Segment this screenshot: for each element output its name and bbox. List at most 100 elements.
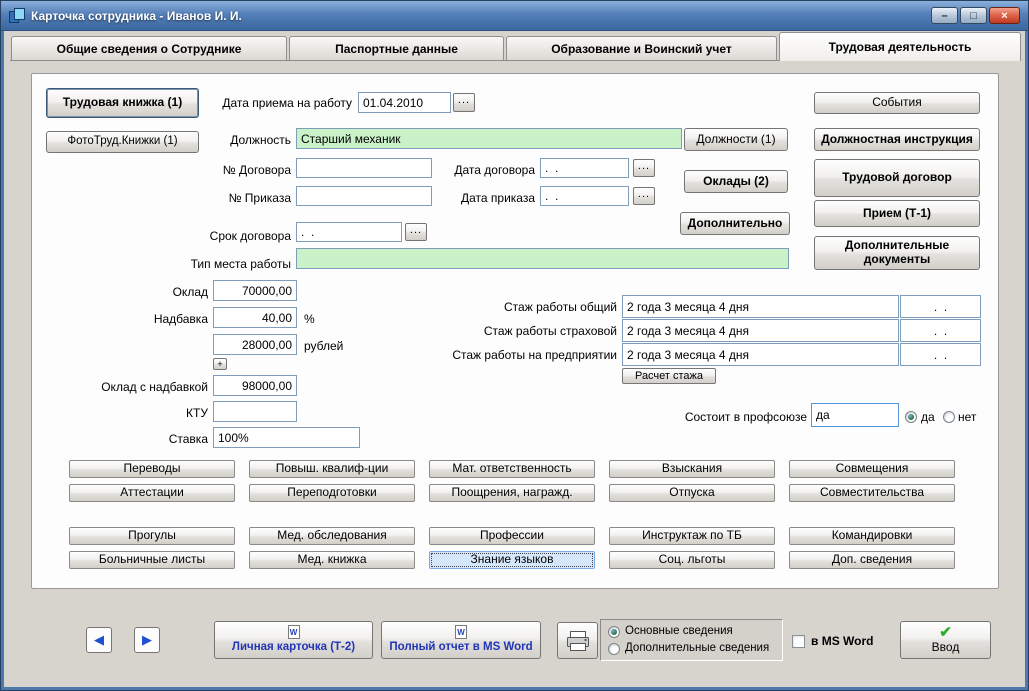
window-title: Карточка сотрудника - Иванов И. И.: [31, 8, 242, 23]
union-yes-radio[interactable]: [905, 411, 917, 423]
full-report-msword-label: Полный отчет в MS Word: [389, 641, 533, 654]
hiring-t1-button[interactable]: Прием (Т-1): [814, 200, 980, 227]
grid-button-vacations[interactable]: Отпуска: [609, 484, 775, 502]
msword-checkbox[interactable]: [792, 635, 805, 648]
close-button[interactable]: ×: [989, 7, 1020, 24]
bonus-rubles-unit: рублей: [304, 339, 344, 353]
order-date-browse-button[interactable]: ...: [633, 187, 655, 205]
maximize-button[interactable]: □: [960, 7, 987, 24]
grid-button-safety-briefing[interactable]: Инструктаж по ТБ: [609, 527, 775, 545]
job-description-button[interactable]: Должностная инструкция: [814, 128, 980, 151]
titlebar: Карточка сотрудника - Иванов И. И. – □ ×: [1, 1, 1028, 31]
contract-date-label: Дата договора: [454, 163, 535, 177]
bonus-percent-input[interactable]: [213, 307, 297, 328]
grid-button-combined-posts[interactable]: Совмещения: [789, 460, 955, 478]
window-controls: – □ ×: [929, 7, 1020, 24]
union-no-label: нет: [958, 410, 977, 424]
positions-button[interactable]: Должности (1): [684, 128, 788, 151]
seniority-calc-button[interactable]: Расчет стажа: [622, 368, 716, 384]
union-yes-label: да: [921, 410, 935, 424]
additional-documents-button[interactable]: Дополнительные документы: [814, 236, 980, 270]
additional-info-radio[interactable]: [608, 643, 620, 655]
msword-checkbox-label: в MS Word: [811, 634, 874, 648]
seniority-insurance-label: Стаж работы страховой: [483, 324, 617, 338]
position-input[interactable]: [296, 128, 682, 149]
plus-button[interactable]: +: [213, 358, 227, 370]
prev-record-button[interactable]: ◀: [86, 627, 112, 653]
word-doc-letter: W: [289, 627, 298, 637]
tab-passport-data[interactable]: Паспортные данные: [289, 36, 504, 60]
hire-date-label: Дата приема на работу: [222, 96, 352, 110]
tab-general-info[interactable]: Общие сведения о Сотруднике: [11, 36, 287, 60]
events-button[interactable]: События: [814, 92, 980, 114]
grid-button-qualification-upgrade[interactable]: Повыш. квалиф-ции: [249, 460, 415, 478]
salary-with-bonus-input[interactable]: [213, 375, 297, 396]
contract-term-input[interactable]: [296, 222, 402, 242]
hire-date-input[interactable]: [358, 92, 451, 113]
labor-contract-button[interactable]: Трудовой договор: [814, 159, 980, 197]
grid-button-additional-info[interactable]: Доп. сведения: [789, 551, 955, 569]
union-no-radio[interactable]: [943, 411, 955, 423]
workplace-type-input[interactable]: [296, 248, 789, 269]
minimize-button[interactable]: –: [931, 7, 958, 24]
word-document-icon: W: [287, 625, 300, 640]
salaries-button[interactable]: Оклады (2): [684, 170, 788, 193]
personal-card-t2-button[interactable]: W Личная карточка (Т-2): [214, 621, 373, 659]
check-icon: ✔: [939, 624, 952, 642]
seniority-total-label: Стаж работы общий: [504, 300, 617, 314]
grid-button-sick-leaves[interactable]: Больничные листы: [69, 551, 235, 569]
grid-button-rewards[interactable]: Поощрения, награжд.: [429, 484, 595, 502]
bonus-percent-unit: %: [304, 312, 315, 326]
seniority-insurance-input[interactable]: [622, 319, 899, 342]
ktu-input[interactable]: [213, 401, 297, 422]
contract-term-label: Срок договора: [209, 229, 291, 243]
next-icon: ▶: [142, 631, 152, 647]
grid-button-secondary-jobs[interactable]: Совместительства: [789, 484, 955, 502]
main-info-radio[interactable]: [608, 626, 620, 638]
seniority-total-input[interactable]: [622, 295, 899, 318]
grid-button-medical-book[interactable]: Мед. книжка: [249, 551, 415, 569]
grid-button-professions[interactable]: Профессии: [429, 527, 595, 545]
grid-button-medical-examinations[interactable]: Мед. обследования: [249, 527, 415, 545]
print-button[interactable]: [557, 622, 598, 659]
union-member-label: Состоит в профсоюзе: [684, 410, 807, 424]
hire-date-browse-button[interactable]: ...: [453, 93, 475, 112]
grid-button-language-skills[interactable]: Знание языков: [429, 551, 595, 569]
grid-button-material-responsibility[interactable]: Мат. ответственность: [429, 460, 595, 478]
main-info-label: Основные сведения: [625, 625, 733, 637]
full-report-msword-button[interactable]: W Полный отчет в MS Word: [381, 621, 541, 659]
seniority-company-date-input[interactable]: [900, 343, 981, 366]
prev-icon: ◀: [94, 631, 104, 647]
ktu-label: КТУ: [186, 406, 208, 420]
grid-button-retraining[interactable]: Переподготовки: [249, 484, 415, 502]
contract-date-input[interactable]: [540, 158, 629, 178]
seniority-insurance-date-input[interactable]: [900, 319, 981, 342]
rate-input[interactable]: [213, 427, 360, 448]
contract-date-browse-button[interactable]: ...: [633, 159, 655, 177]
order-number-label: № Приказа: [228, 191, 291, 205]
grid-button-social-benefits[interactable]: Соц. льготы: [609, 551, 775, 569]
next-record-button[interactable]: ▶: [134, 627, 160, 653]
grid-button-attestations[interactable]: Аттестации: [69, 484, 235, 502]
salary-input[interactable]: [213, 280, 297, 301]
bonus-label: Надбавка: [153, 312, 208, 326]
contract-term-browse-button[interactable]: ...: [405, 223, 427, 241]
tab-education-military[interactable]: Образование и Воинский учет: [506, 36, 777, 60]
grid-button-business-trips[interactable]: Командировки: [789, 527, 955, 545]
personal-card-t2-label: Личная карточка (Т-2): [231, 641, 356, 654]
tab-labor-activity[interactable]: Трудовая деятельность: [779, 32, 1021, 61]
bonus-rubles-input[interactable]: [213, 334, 297, 355]
seniority-total-date-input[interactable]: [900, 295, 981, 318]
salary-label: Оклад: [172, 285, 208, 299]
grid-button-penalties[interactable]: Взыскания: [609, 460, 775, 478]
printer-icon: [566, 630, 589, 651]
report-type-group: Основные сведения Дополнительные сведени…: [600, 619, 783, 661]
union-member-input[interactable]: [811, 403, 899, 427]
grid-button-transfers[interactable]: Переводы: [69, 460, 235, 478]
order-date-input[interactable]: [540, 186, 629, 206]
grid-button-absences[interactable]: Прогулы: [69, 527, 235, 545]
seniority-company-input[interactable]: [622, 343, 899, 366]
enter-button[interactable]: ✔ Ввод: [900, 621, 991, 659]
word-doc-letter: W: [457, 627, 465, 637]
additional-button[interactable]: Дополнительно: [680, 212, 790, 235]
